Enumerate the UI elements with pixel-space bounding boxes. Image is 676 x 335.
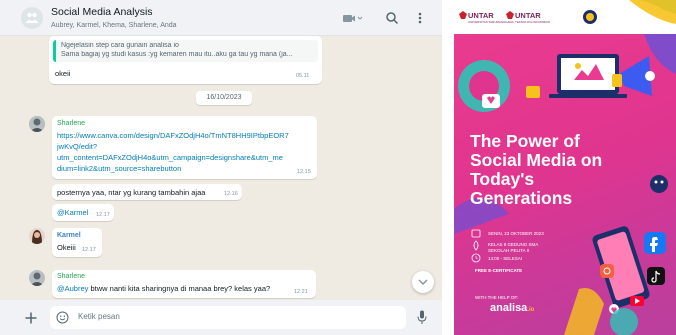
microphone-icon xyxy=(417,310,427,324)
mention-link[interactable]: @Karmel xyxy=(57,208,88,217)
message-input[interactable]: Ketik pesan xyxy=(50,306,406,329)
sponsor-caption: WITH THE HELP OF: xyxy=(475,295,519,300)
event-date: SENIN, 23 OKTOBER 2023 xyxy=(488,231,544,236)
avatar[interactable] xyxy=(29,270,45,286)
search-icon xyxy=(386,12,399,25)
video-camera-icon xyxy=(343,15,363,22)
group-icon xyxy=(25,12,39,23)
message-bubble[interactable]: @Karmel 12.17 xyxy=(52,204,114,221)
chat-members: Aubrey, Karmel, Khema, Sharlene, Anda xyxy=(51,22,177,29)
voice-message-button[interactable] xyxy=(417,310,427,325)
university-logo-icon xyxy=(459,11,467,19)
message-text-body: btww nanti kita sharingnya di manaa brey… xyxy=(88,284,271,293)
message-bubble[interactable]: Karmel Okeiii 12.17 xyxy=(52,228,102,257)
chat-title[interactable]: Social Media Analysis xyxy=(51,6,153,18)
vertical-dots-icon xyxy=(418,12,422,24)
sponsor-brand-suffix: .io xyxy=(527,307,535,313)
message-bubble[interactable]: posternya yaa, ntar yg kurang tambahin a… xyxy=(52,184,242,200)
event-poster-image: UNTAR UNIVERSITAS TARUMANAGARA UNTAR TEK… xyxy=(454,0,676,335)
group-avatar[interactable] xyxy=(21,7,43,29)
message-link[interactable]: dium=link2&utm_source=sharebutton xyxy=(57,163,181,174)
poster-header: UNTAR UNIVERSITAS TARUMANAGARA UNTAR TEK… xyxy=(454,0,676,34)
profile-photo-icon xyxy=(29,116,45,132)
poster-title-line: Social Media on xyxy=(470,150,603,170)
event-certificate: FREE E-CERTIFICATE xyxy=(475,268,523,273)
message-text: Okeiii xyxy=(57,243,76,252)
university-logo-subtitle: UNIVERSITAS TARUMANAGARA xyxy=(468,20,514,24)
chat-header[interactable]: Social Media Analysis Aubrey, Karmel, Kh… xyxy=(0,0,442,36)
faculty-logo-text: UNTAR xyxy=(515,11,541,20)
message-link[interactable]: https://www.canva.com/design/DAFxZOdjH4o… xyxy=(57,130,289,141)
message-list[interactable]: Ngejelasin step cara gunain analisa io S… xyxy=(0,36,442,300)
quoted-line: Sama bagiaj yg studi kasus :yg kemaren m… xyxy=(61,51,293,58)
sender-name[interactable]: Sharlene xyxy=(57,273,85,280)
chat-panel: Social Media Analysis Aubrey, Karmel, Kh… xyxy=(0,0,442,335)
quoted-message[interactable]: Ngejelasin step cara gunain analisa io S… xyxy=(53,40,318,62)
sender-name[interactable]: Sharlene xyxy=(57,120,85,127)
event-place: KELAS 8 GEDUNG SMA xyxy=(488,242,539,247)
search-button[interactable] xyxy=(385,11,399,25)
message-text: posternya yaa, ntar yg kurang tambahin a… xyxy=(57,188,206,197)
menu-button[interactable] xyxy=(416,11,424,25)
panel-divider xyxy=(442,0,454,335)
university-logo-text: UNTAR xyxy=(468,11,494,20)
quoted-line: Ngejelasin step cara gunain analisa io xyxy=(61,42,179,49)
poster-title-line: The Power of xyxy=(470,131,580,151)
smiley-icon xyxy=(56,311,69,324)
message-composer: Ketik pesan xyxy=(0,300,442,335)
event-time: 14:00 - SELESAI xyxy=(488,256,523,261)
message-time: 12.15 xyxy=(297,169,311,175)
message-time: 12.17 xyxy=(82,247,96,253)
message-text: okeii xyxy=(55,69,71,78)
message-bubble[interactable]: Ngejelasin step cara gunain analisa io S… xyxy=(49,36,322,84)
sponsor-brand-name: analisa xyxy=(490,302,528,314)
attach-button[interactable] xyxy=(24,311,38,325)
chevron-down-icon xyxy=(418,279,428,285)
profile-photo-icon xyxy=(29,228,45,244)
message-time: 12.21 xyxy=(294,289,308,295)
faculty-logo-icon xyxy=(506,11,514,19)
avatar[interactable] xyxy=(29,228,45,244)
faculty-logo-subtitle: TEKNOLOGI INFORMASI xyxy=(515,20,551,24)
message-link[interactable]: utm_content=DAFxZOdjH4o&utm_campaign=des… xyxy=(57,152,283,163)
message-bubble[interactable]: Sharlene https://www.canva.com/design/DA… xyxy=(52,116,317,179)
avatar[interactable] xyxy=(29,116,45,132)
message-link[interactable]: jwKvQ/edit? xyxy=(57,141,97,152)
message-time: 12.16 xyxy=(224,191,238,197)
message-time: 05.11 xyxy=(296,73,310,79)
message-time: 12.17 xyxy=(96,212,110,218)
plus-icon xyxy=(25,312,37,324)
message-bubble[interactable]: Sharlene @Aubrey btww nanti kita sharing… xyxy=(52,270,316,298)
event-place: SEKOLAH PELITA II xyxy=(488,248,530,253)
poster-title-line: Today's xyxy=(470,169,535,189)
poster-body: The Power of Social Media on Today's Gen… xyxy=(454,34,676,335)
sponsor-brand: analisa.io xyxy=(490,302,534,314)
video-call-button[interactable] xyxy=(338,11,368,26)
date-divider: 16/10/2023 xyxy=(196,91,252,105)
scroll-to-bottom-button[interactable] xyxy=(412,271,434,293)
profile-photo-icon xyxy=(29,270,45,286)
message-text: @Aubrey btww nanti kita sharingnya di ma… xyxy=(57,284,270,293)
screen-root: Social Media Analysis Aubrey, Karmel, Kh… xyxy=(0,0,676,335)
sender-name[interactable]: Karmel xyxy=(57,232,81,239)
mention-link[interactable]: @Aubrey xyxy=(57,284,88,293)
message-placeholder: Ketik pesan xyxy=(78,312,120,321)
emoji-button[interactable] xyxy=(56,311,69,324)
poster-title-line: Generations xyxy=(470,188,573,208)
